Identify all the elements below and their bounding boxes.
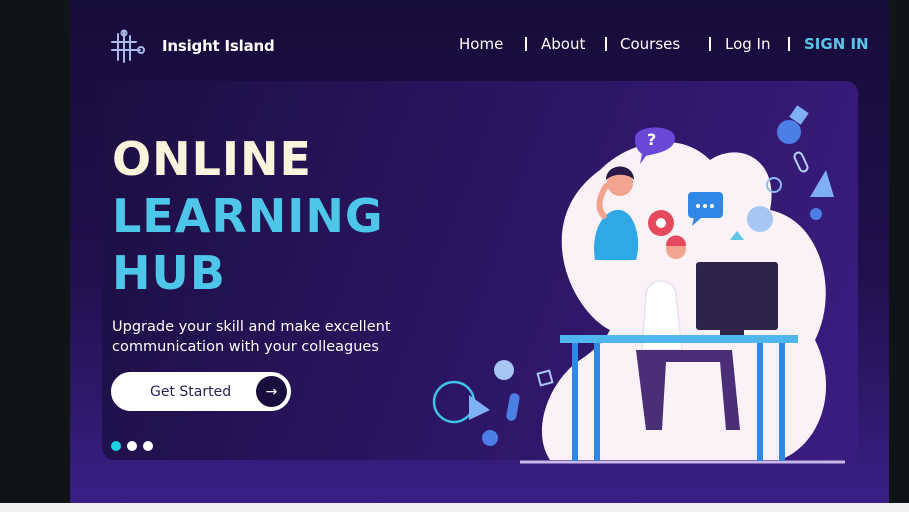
circuit-logo-icon — [111, 29, 145, 63]
headline-line-3: HUB — [112, 246, 226, 300]
hero-illustration: ? — [432, 105, 845, 464]
hero-subtext: Upgrade your skill and make excellent co… — [112, 317, 432, 357]
sign-in-link[interactable]: SIGN IN — [804, 35, 869, 53]
carousel-dot-2[interactable] — [127, 441, 137, 451]
nav-about[interactable]: About — [541, 35, 585, 53]
get-started-label: Get Started — [150, 383, 232, 400]
nav-separator — [788, 37, 790, 51]
subtext-line-1: Upgrade your skill and make excellent — [112, 319, 391, 335]
bottom-strip — [0, 503, 909, 512]
nav-home[interactable]: Home — [459, 35, 503, 53]
brand-logo[interactable]: Insight Island — [110, 28, 275, 64]
landing-page: Insight Island Home About Courses Log In… — [70, 0, 889, 503]
carousel-dots — [111, 441, 153, 451]
headline-line-2: LEARNING — [112, 189, 384, 243]
headline-line-1: ONLINE — [112, 132, 312, 186]
nav-login[interactable]: Log In — [725, 35, 771, 53]
nav-separator — [709, 37, 711, 51]
nav-courses[interactable]: Courses — [620, 35, 680, 53]
brand-name: Insight Island — [162, 37, 275, 55]
nav-separator — [525, 37, 527, 51]
arrow-right-icon: → — [256, 376, 287, 407]
carousel-dot-1[interactable] — [111, 441, 121, 451]
subtext-line-2: communication with your colleagues — [112, 339, 379, 355]
get-started-button[interactable]: Get Started → — [111, 372, 291, 411]
hero-headline: ONLINE LEARNING HUB — [112, 131, 384, 302]
nav-separator — [605, 37, 607, 51]
carousel-dot-3[interactable] — [143, 441, 153, 451]
svg-text:?: ? — [647, 130, 656, 149]
